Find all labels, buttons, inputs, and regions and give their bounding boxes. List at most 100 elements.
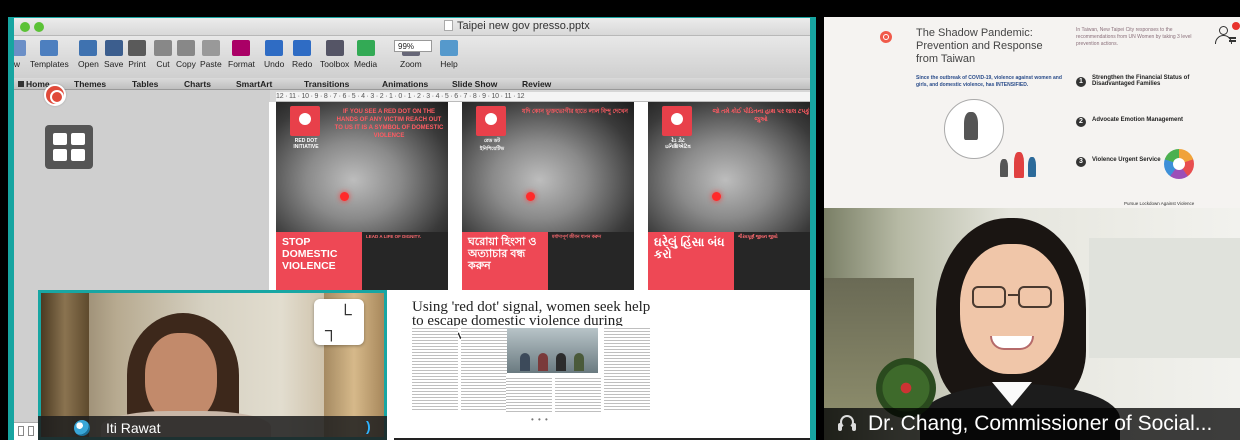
poster-side-highlight: মর্যাদাপূর্ণ জীবন যাপন করুন [552, 234, 602, 239]
outline-view-icon[interactable] [28, 426, 34, 436]
toolbar-undo-button[interactable]: Undo [264, 38, 284, 76]
ribbon-tab-slide-show[interactable]: Slide Show [452, 78, 497, 90]
figure-illustration [1000, 159, 1008, 177]
window-minimize-button[interactable] [34, 22, 44, 32]
poster-red-text: જો તમે કોઈ પીડિતના હાથ પર લાલ ટપકું જુઓ [712, 109, 810, 123]
campaign-poster: RED DOT INITIATIVE IF YOU SEE A RED DOT O… [276, 102, 448, 290]
meeting-stage: Taipei new gov presso.pptx w Templates Ope… [0, 0, 1240, 440]
audio-indicator-icon: ) [366, 418, 371, 434]
presentation-tile[interactable]: The Shadow Pandemic: Prevention and Resp… [824, 17, 1240, 208]
redo-icon [293, 40, 312, 56]
presentation-right-intro: In Taiwan, New Taipei City responses to … [1076, 27, 1192, 47]
toolbar-button-label: Format [228, 59, 255, 69]
toolbar-save-button[interactable]: Save [104, 38, 123, 76]
figure-illustration [1014, 152, 1024, 178]
poster-banner: ઘરેલું હિંસા બંધ કરો [648, 232, 734, 290]
ribbon-tab-smartart[interactable]: SmartArt [236, 78, 272, 90]
print-icon [128, 40, 146, 56]
ribbon-tab-animations[interactable]: Animations [382, 78, 428, 90]
speaker-video-tile[interactable]: Dr. Chang, Commissioner of Social... [824, 208, 1240, 440]
background-board [1089, 238, 1240, 358]
ribbon-tab-label: Tables [132, 79, 159, 89]
toolbar-help-button[interactable]: Help [440, 38, 458, 76]
toolbar-toolbox-button[interactable]: Toolbox [320, 38, 349, 76]
ribbon-tab-tables[interactable]: Tables [132, 78, 158, 90]
toolbar-redo-button[interactable]: Redo [292, 38, 312, 76]
toolbar-templates-button[interactable]: Templates [30, 38, 69, 76]
self-view-tile[interactable]: ┐ └ Iti Rawat ) [38, 290, 387, 440]
campaign-poster: রেড ডট ইনিশিয়েটিভ যদি কোন ভুক্তভোগীর হাত… [462, 102, 634, 290]
poster-red-text: IF YOU SEE A RED DOT ON THE HANDS OF ANY… [334, 109, 444, 139]
article-text-column [555, 376, 601, 412]
toolbar-print-button[interactable]: Print [128, 38, 146, 76]
toolbar-paste-button[interactable]: Paste [200, 38, 222, 76]
screen-share-tile[interactable]: Taipei new gov presso.pptx w Templates Ope… [8, 17, 816, 440]
presentation-title: The Shadow Pandemic: Prevention and Resp… [916, 27, 1043, 65]
toolbox-icon [325, 40, 344, 56]
section-number: 1 [1076, 77, 1086, 87]
speaker-name: Dr. Chang, Commissioner of Social... [868, 412, 1213, 435]
toolbar-copy-button[interactable]: Copy [176, 38, 196, 76]
window-close-button[interactable] [20, 22, 30, 32]
article-text-column [412, 326, 458, 412]
zoom-field[interactable]: 99% [394, 40, 432, 52]
presentation-footer: Pursue Lockdown Against Violence [1124, 201, 1195, 206]
record-button[interactable] [44, 84, 66, 106]
ribbon-tab-charts[interactable]: Charts [184, 78, 211, 90]
figure-illustration [964, 112, 978, 140]
section-number: 3 [1076, 157, 1086, 167]
format-icon [232, 40, 251, 56]
toolbar-button-label: Save [104, 59, 124, 69]
toolbar-button-label: Cut [156, 59, 170, 69]
media-icon [356, 40, 375, 56]
article-text-column [604, 326, 650, 412]
minimize-corner-icon: ┐ [325, 320, 338, 340]
poster-side-highlight: LEAD A LIFE OF DIGNITY. [366, 234, 422, 239]
toolbar-button-label: Paste [200, 59, 222, 69]
standard-toolbar: w Templates Open Save Print Cut Copy Paste Forma… [14, 36, 810, 78]
ribbon-tab-transitions[interactable]: Transitions [304, 78, 349, 90]
section-title: Strengthen the Financial Status of Disad… [1092, 75, 1190, 87]
toolbar-w-button[interactable]: w [14, 38, 26, 76]
section-number: 2 [1076, 117, 1086, 127]
toolbar-button-label: w [14, 59, 21, 69]
ribbon-tab-label: SmartArt [236, 79, 273, 89]
ribbon-tab-label: Transitions [304, 79, 350, 89]
ribbon-tab-label: Animations [382, 79, 429, 89]
ribbon-tab-label: Themes [74, 79, 107, 89]
red-dot-logo-icon [476, 106, 506, 136]
presentation-intro: Since the outbreak of COVID-19, violence… [916, 75, 1062, 88]
slide-page-indicator: • • • [531, 415, 549, 424]
toolbar-button-label: Undo [264, 59, 285, 69]
gallery-view-button[interactable] [45, 125, 93, 169]
self-view-nameplate: Iti Rawat ) [38, 416, 387, 440]
minimize-self-view-button[interactable]: ┐ └ [314, 299, 364, 345]
toolbar-button-label: Templates [30, 59, 69, 69]
paste-icon [201, 40, 220, 56]
toolbar-media-button[interactable]: Media [354, 38, 377, 76]
article-text-column [506, 376, 552, 412]
save-icon [104, 40, 123, 56]
ribbon-tab-review[interactable]: Review [522, 78, 551, 90]
speaker-face [960, 244, 1064, 374]
article-text-column [461, 326, 507, 412]
campaign-poster: રેડ ડોટ ઇનિશિએટિવ જો તમે કોઈ પીડિતના હાથ … [648, 102, 810, 290]
poster-banner: STOP DOMESTIC VIOLENCE [276, 232, 362, 290]
speaker-glasses [972, 286, 1006, 308]
help-icon [440, 40, 458, 56]
ribbon-tab-label: Review [522, 79, 552, 89]
document-title-text: Taipei new gov presso.pptx [457, 20, 590, 32]
poster-side-text: LEAD A LIFE OF DIGNITY. [366, 234, 446, 288]
poster-red-text: যদি কোন ভুক্তভোগীর হাতে লাল বিন্দু দেখেন [521, 109, 629, 115]
toolbar-cut-button[interactable]: Cut [154, 38, 172, 76]
self-view-name: Iti Rawat [106, 420, 161, 436]
new-icon [14, 40, 26, 56]
ribbon-tab-themes[interactable]: Themes [74, 78, 106, 90]
toolbar-format-button[interactable]: Format [228, 38, 255, 76]
toolbar-open-button[interactable]: Open [78, 38, 99, 76]
red-dot-logo-icon [662, 106, 692, 136]
toolbar-button-label: Open [78, 59, 99, 69]
undo-icon [265, 40, 284, 56]
normal-view-icon[interactable] [18, 426, 24, 436]
templates-icon [40, 40, 59, 56]
